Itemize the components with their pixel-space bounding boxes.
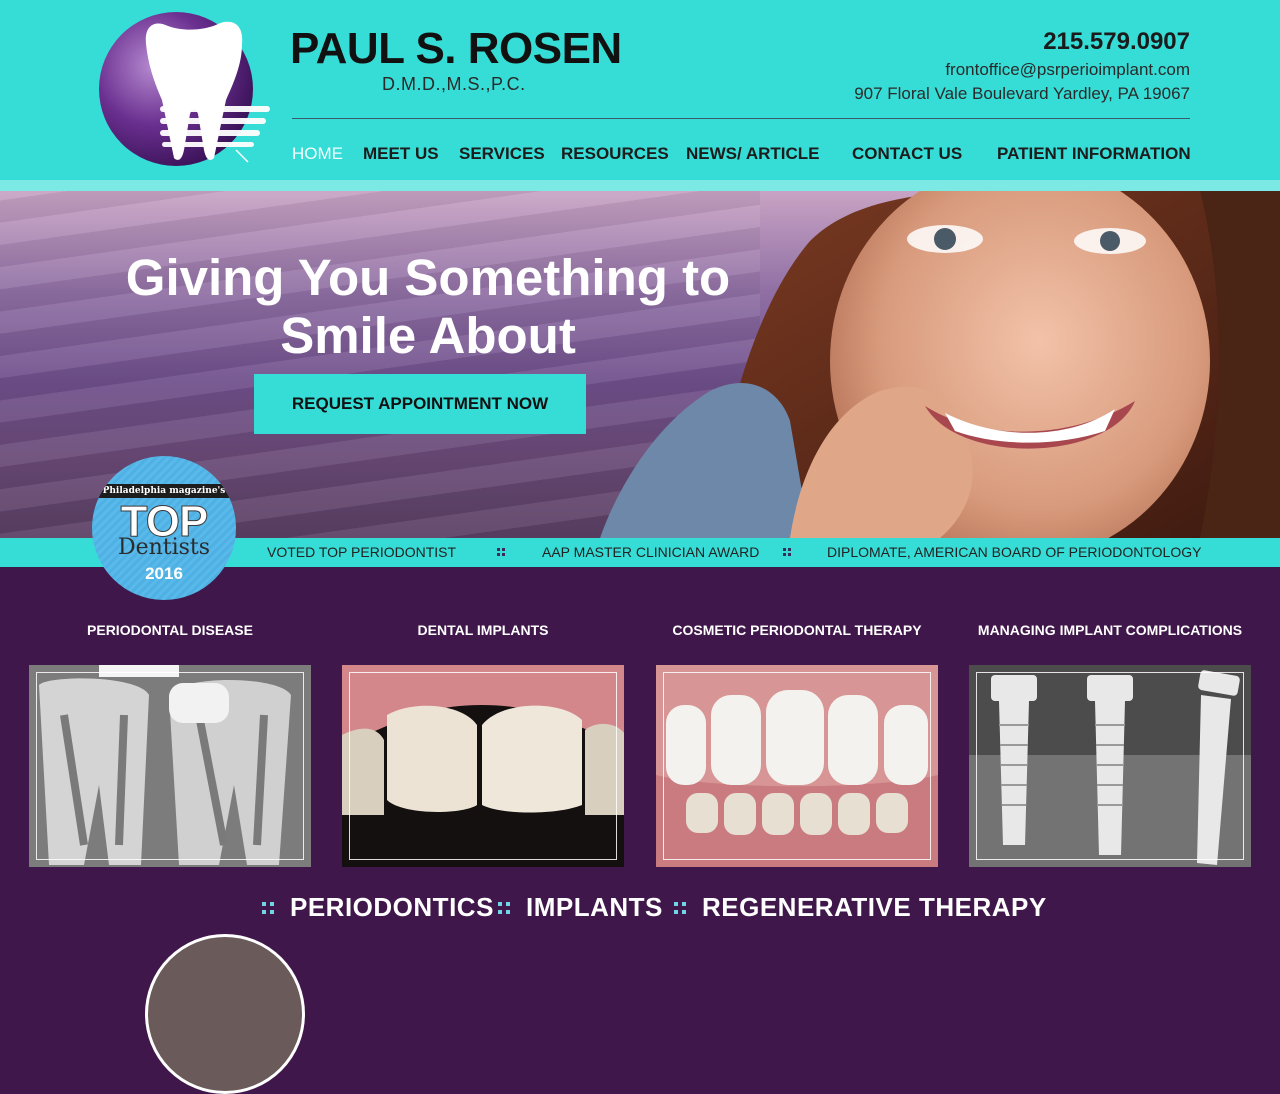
service-title-periodontal-disease[interactable]: PERIODONTAL DISEASE bbox=[29, 622, 311, 638]
smile-teeth-image[interactable] bbox=[656, 665, 938, 867]
nav-resources[interactable]: RESOURCES bbox=[561, 144, 669, 164]
xray-teeth-image[interactable] bbox=[29, 665, 311, 867]
nav-meet-us[interactable]: MEET US bbox=[363, 144, 439, 164]
brand-name[interactable]: PAUL S. ROSEN bbox=[290, 24, 622, 74]
tagline-regenerative-therapy: REGENERATIVE THERAPY bbox=[702, 892, 1047, 922]
nav-patient-information[interactable]: PATIENT INFORMATION bbox=[997, 144, 1191, 164]
hero-title-line-2: Smile About bbox=[280, 307, 576, 364]
grid-bullet-icon bbox=[497, 548, 505, 556]
tagline-implants: IMPLANTS bbox=[526, 892, 663, 922]
service-title-dental-implants[interactable]: DENTAL IMPLANTS bbox=[342, 622, 624, 638]
teeth-closeup-image[interactable] bbox=[342, 665, 624, 867]
implant-xray-image[interactable] bbox=[969, 665, 1251, 867]
dots-bullet-icon bbox=[498, 902, 510, 914]
nav-services[interactable]: SERVICES bbox=[459, 144, 545, 164]
image-frame bbox=[976, 672, 1244, 860]
address-text: 907 Floral Vale Boulevard Yardley, PA 19… bbox=[854, 84, 1190, 103]
nav-news-article[interactable]: NEWS/ ARTICLE bbox=[686, 144, 819, 164]
award-voted-top-periodontist: VOTED TOP PERIODONTIST bbox=[267, 544, 457, 560]
nav-home[interactable]: HOME bbox=[292, 144, 343, 164]
top-dentists-badge[interactable]: Philadelphia magazine's TOP Dentists 201… bbox=[92, 456, 236, 600]
image-frame bbox=[36, 672, 304, 860]
image-frame bbox=[663, 672, 931, 860]
hero-title: Giving You Something to Smile About bbox=[98, 249, 758, 365]
dots-bullet-icon bbox=[262, 902, 274, 914]
award-aap-master-clinician: AAP MASTER CLINICIAN AWARD bbox=[542, 544, 760, 560]
doctor-portrait-image bbox=[145, 934, 305, 1094]
award-diplomate-abp: DIPLOMATE, AMERICAN BOARD OF PERIODONTOL… bbox=[827, 544, 1202, 560]
email-link[interactable]: frontoffice@psrperioimplant.com bbox=[945, 60, 1190, 80]
dots-bullet-icon bbox=[674, 902, 686, 914]
phone-number[interactable]: 215.579.0907 bbox=[1043, 28, 1190, 56]
main-nav: HOME MEET US SERVICES RESOURCES NEWS/ AR… bbox=[292, 144, 1191, 168]
badge-dentists-text: Dentists bbox=[117, 535, 211, 560]
specialties-tagline: PERIODONTICS IMPLANTS REGENERATIVE THERA… bbox=[0, 892, 1280, 926]
brand-credentials: D.M.D.,M.S.,P.C. bbox=[382, 74, 526, 94]
service-title-managing-implant-complications[interactable]: MANAGING IMPLANT COMPLICATIONS bbox=[969, 622, 1251, 638]
badge-year-text: 2016 bbox=[145, 564, 183, 583]
badge-ribbon-text: Philadelphia magazine's bbox=[92, 484, 236, 498]
nav-contact-us[interactable]: CONTACT US bbox=[852, 144, 962, 164]
grid-bullet-icon bbox=[783, 548, 791, 556]
tooth-logo-icon[interactable] bbox=[96, 10, 274, 168]
header-accent-strip bbox=[0, 180, 1280, 191]
request-appointment-button[interactable]: REQUEST APPOINTMENT NOW bbox=[254, 374, 586, 434]
image-frame bbox=[349, 672, 617, 860]
site-header: PAUL S. ROSEN D.M.D.,M.S.,P.C. 215.579.0… bbox=[0, 0, 1280, 180]
header-divider bbox=[292, 118, 1190, 119]
hero-title-line-1: Giving You Something to bbox=[125, 249, 731, 306]
tagline-periodontics: PERIODONTICS bbox=[290, 892, 494, 922]
service-title-cosmetic-periodontal-therapy[interactable]: COSMETIC PERIODONTAL THERAPY bbox=[656, 622, 938, 638]
